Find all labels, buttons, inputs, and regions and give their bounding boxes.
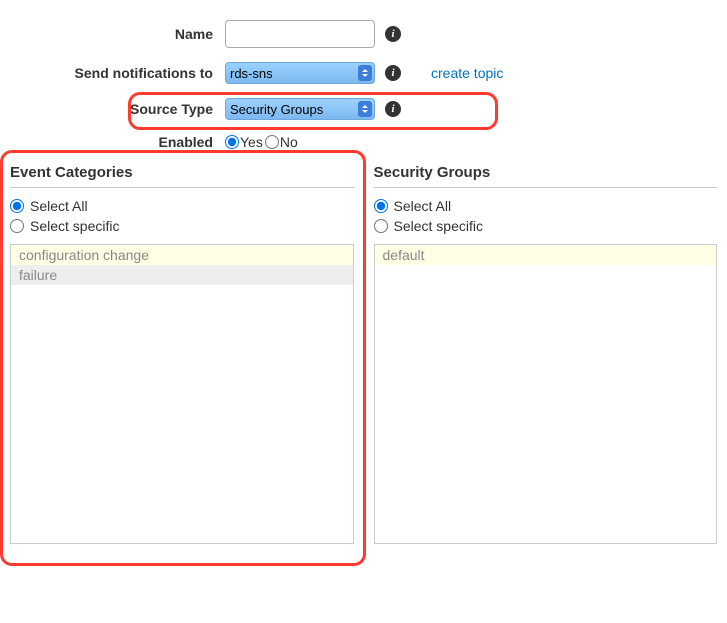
label-source-type: Source Type [10, 101, 225, 117]
row-source-type: Source Type Security Groups i [10, 98, 717, 120]
row-name: Name i [10, 20, 717, 48]
radio-label: Select All [30, 198, 88, 214]
radio-label: Select specific [394, 218, 483, 234]
sg-select-all-radio[interactable]: Select All [374, 198, 716, 214]
panel-security-groups: Security Groups Select All Select specif… [374, 164, 718, 544]
name-input[interactable] [225, 20, 375, 48]
info-icon[interactable]: i [385, 101, 401, 117]
list-item[interactable]: default [375, 245, 717, 265]
radio-label: Select specific [30, 218, 119, 234]
list-item[interactable]: configuration change [11, 245, 353, 265]
panel-event-categories: Event Categories Select All Select speci… [10, 164, 354, 544]
label-enabled: Enabled [10, 134, 225, 150]
info-icon[interactable]: i [385, 26, 401, 42]
radio-label: No [280, 134, 298, 150]
panel-title: Event Categories [10, 164, 354, 188]
label-send-to: Send notifications to [10, 65, 225, 81]
sg-select-specific-radio[interactable]: Select specific [374, 218, 716, 234]
label-name: Name [10, 26, 225, 42]
radio-label: Yes [240, 134, 263, 150]
row-enabled: Enabled Yes No [10, 134, 717, 150]
radio-label: Select All [394, 198, 452, 214]
ec-select-all-radio[interactable]: Select All [10, 198, 352, 214]
send-to-select[interactable]: rds-sns [225, 62, 375, 84]
enabled-yes-radio[interactable]: Yes [225, 134, 263, 150]
row-send-to: Send notifications to rds-sns i create t… [10, 62, 717, 84]
list-item[interactable]: failure [11, 265, 353, 285]
panels-container: Event Categories Select All Select speci… [10, 164, 717, 544]
create-topic-link[interactable]: create topic [431, 65, 503, 81]
ec-listbox[interactable]: configuration change failure [10, 244, 354, 544]
panel-title: Security Groups [374, 164, 718, 188]
source-type-select[interactable]: Security Groups [225, 98, 375, 120]
ec-select-specific-radio[interactable]: Select specific [10, 218, 352, 234]
enabled-no-radio[interactable]: No [265, 134, 298, 150]
sg-listbox[interactable]: default [374, 244, 718, 544]
info-icon[interactable]: i [385, 65, 401, 81]
